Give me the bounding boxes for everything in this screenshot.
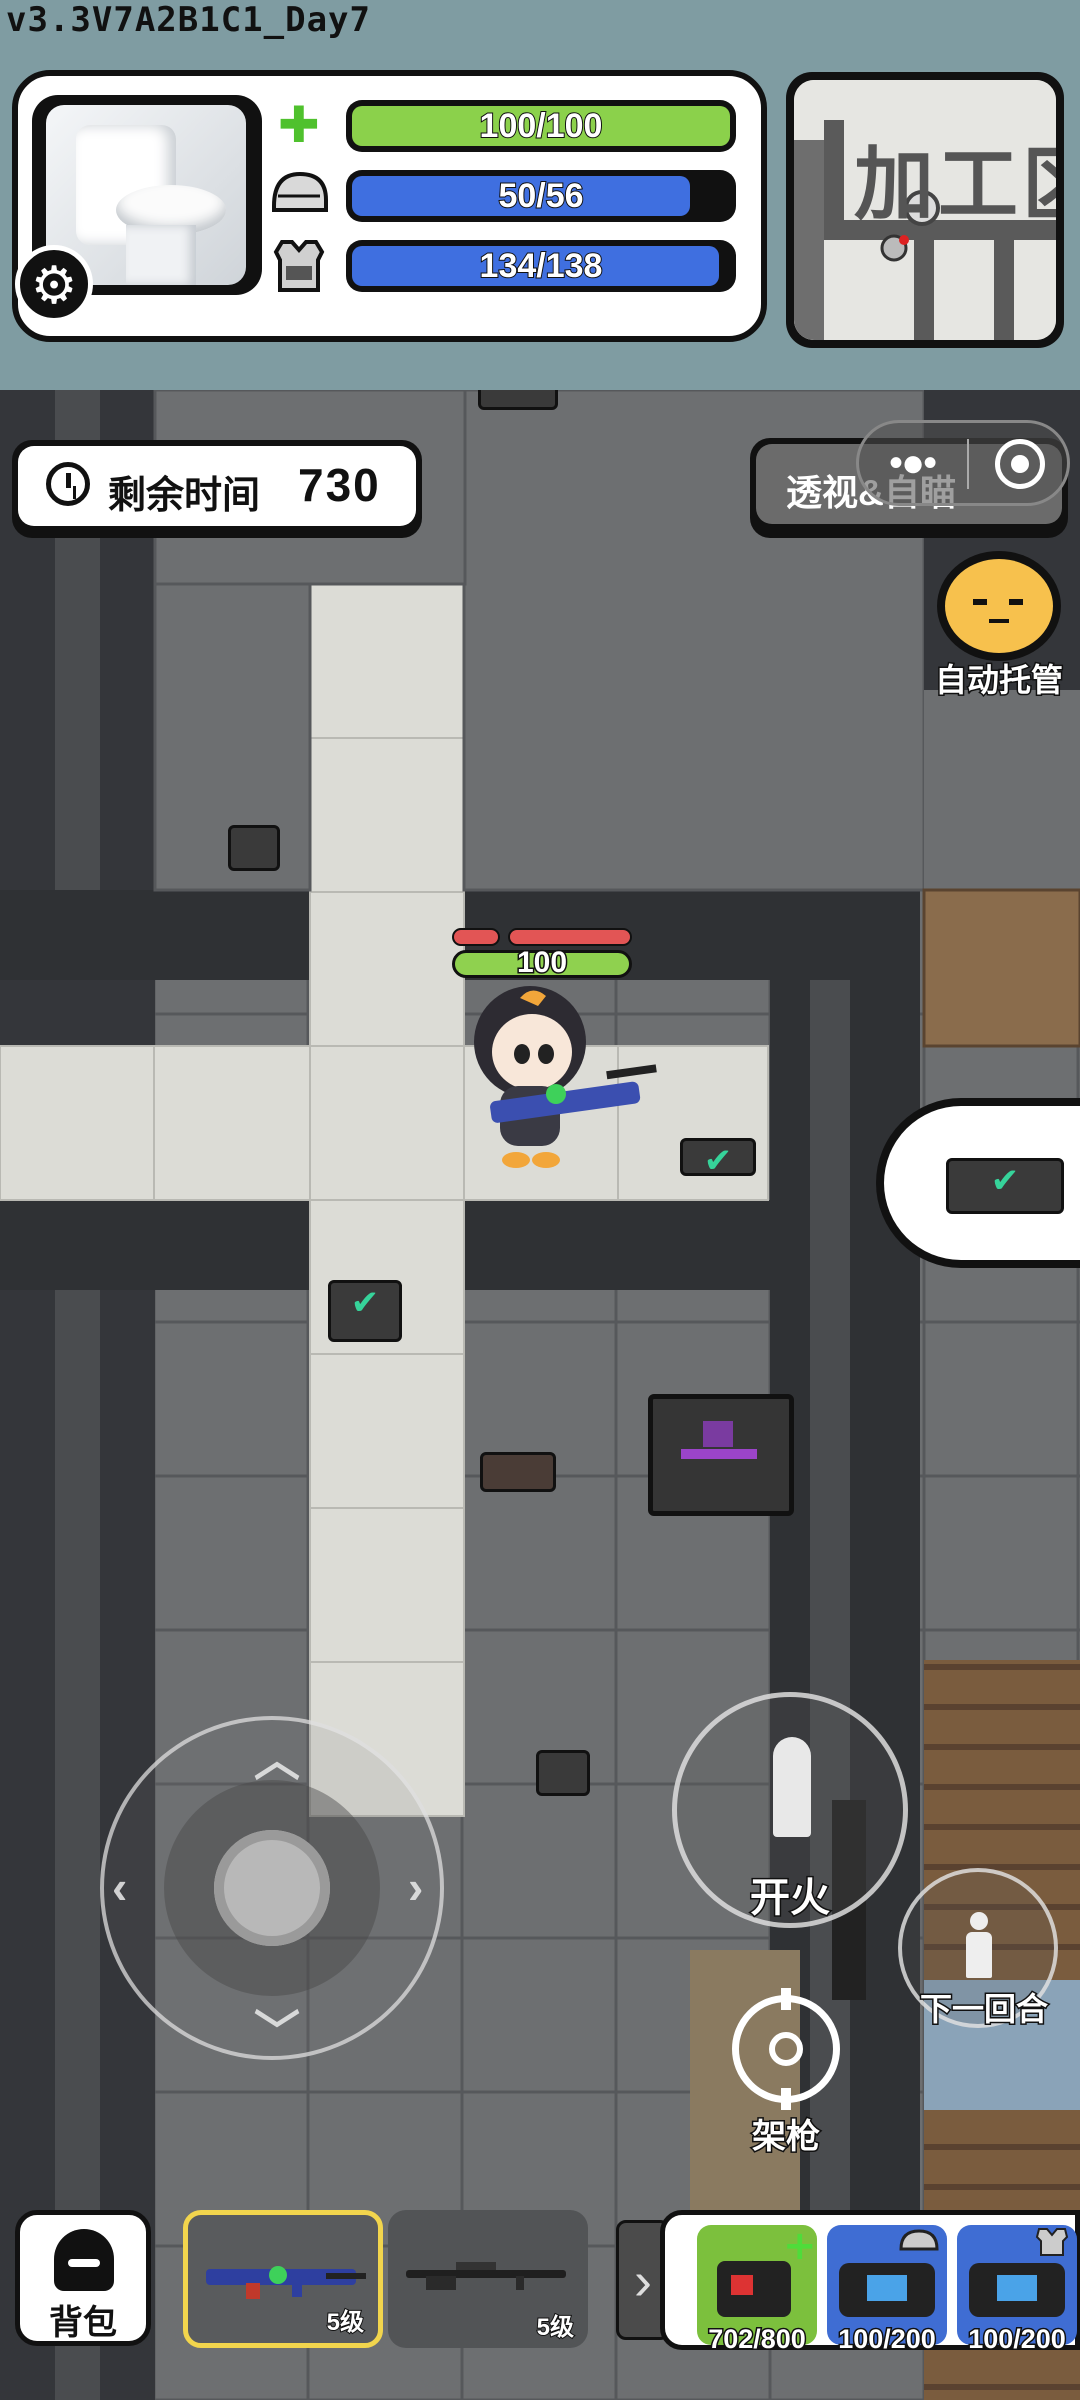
helmet-repair-quantity: 100/200 xyxy=(837,2323,938,2356)
looted-crate[interactable] xyxy=(680,1138,756,1176)
time-remaining-label: 剩余时间 xyxy=(108,475,261,517)
medkit-slot[interactable]: + 702/800 xyxy=(697,2223,817,2356)
medkit-quantity: 702/800 xyxy=(707,2323,808,2356)
svg-text:+: + xyxy=(783,2225,817,2269)
armor-repair-quantity: 100/200 xyxy=(967,2323,1068,2356)
player-health-indicator: 100 xyxy=(452,928,632,988)
fire-label: 开火 xyxy=(749,1875,832,1922)
armor-value: 134/138 xyxy=(479,246,604,286)
fire-button[interactable]: 开火 xyxy=(672,1692,908,1928)
armor-row: 134/138 xyxy=(268,236,743,294)
loot-crate[interactable] xyxy=(478,390,558,410)
green-cross-icon: ✚ xyxy=(278,97,320,153)
health-bar: 100/100 xyxy=(346,100,736,152)
next-turn-button[interactable]: 下一回合 xyxy=(898,1868,1058,2029)
close-target-icon[interactable] xyxy=(995,439,1045,489)
loot-crate[interactable] xyxy=(480,1452,556,1492)
auto-play-label: 自动托管 xyxy=(934,661,1065,700)
consumables-bar: + 702/800 100/200 100/200 xyxy=(660,2210,1080,2356)
movement-joystick[interactable]: ︿ ﹀ ‹ › xyxy=(100,1716,444,2060)
aim-mount-label: 架枪 xyxy=(751,2117,822,2158)
loot-crate[interactable] xyxy=(228,825,280,871)
backpack-label: 背包 xyxy=(49,2304,117,2342)
armor-repair-slot[interactable]: 100/200 xyxy=(957,2225,1077,2356)
loot-crate[interactable] xyxy=(536,1750,590,1796)
version-label: v3.3V7A2B1C1_Day7 xyxy=(6,0,371,40)
weapon-slot-secondary[interactable]: 5级 xyxy=(388,2210,588,2348)
chevron-right-icon: › xyxy=(408,1861,424,1913)
more-dots-icon[interactable]: •●• xyxy=(889,443,953,483)
backpack-icon xyxy=(54,2229,114,2291)
weapon-level: 5级 xyxy=(326,2308,365,2337)
large-loot-crate[interactable] xyxy=(648,1394,794,1516)
auto-play-button[interactable]: 自动托管 xyxy=(934,545,1065,700)
looted-crate[interactable] xyxy=(328,1280,402,1342)
body-armor-icon xyxy=(268,236,330,294)
chevron-down-icon: ﹀ xyxy=(254,2006,300,2058)
weapon-slot-primary[interactable]: 5级 xyxy=(183,2210,383,2348)
health-row: ✚ 100/100 xyxy=(268,96,743,154)
person-icon xyxy=(964,1912,994,1978)
player-character xyxy=(460,982,660,1172)
joystick-knob[interactable] xyxy=(214,1830,330,1946)
backpack-button[interactable]: 背包 xyxy=(15,2210,151,2346)
time-remaining-panel: 剩余时间 730 xyxy=(12,440,422,538)
armor-bar: 134/138 xyxy=(346,240,736,292)
player-hp-value: 100 xyxy=(515,945,568,981)
helmet-bar: 50/56 xyxy=(346,170,736,222)
game-map[interactable] xyxy=(0,390,1080,2400)
helmet-value: 50/56 xyxy=(497,176,584,216)
next-turn-label: 下一回合 xyxy=(918,1990,1049,2029)
repair-bag-icon xyxy=(969,2228,1069,2317)
helmet-icon xyxy=(268,166,330,224)
repair-bag-icon xyxy=(839,2229,939,2317)
medkit-icon: + xyxy=(717,2223,817,2317)
clock-icon xyxy=(46,462,90,506)
weapon-level: 5级 xyxy=(536,2313,575,2342)
looted-case-icon xyxy=(946,1158,1064,1214)
health-value: 100/100 xyxy=(479,106,604,146)
minimap-area-label: 加工区 xyxy=(854,140,1056,229)
aim-mount-button[interactable]: 架枪 xyxy=(726,1988,846,2158)
chevron-left-icon: ‹ xyxy=(112,1861,128,1913)
map-tiles xyxy=(0,390,1080,2400)
chevron-up-icon: ︿ xyxy=(254,1734,300,1786)
crosshair-icon xyxy=(732,1988,840,2110)
time-remaining-value: 730 xyxy=(298,459,381,511)
helmet-row: 50/56 xyxy=(268,166,743,224)
helmet-repair-slot[interactable]: 100/200 xyxy=(827,2225,947,2356)
app-capsule: •●• xyxy=(856,420,1070,506)
bullet-icon xyxy=(773,1737,811,1837)
assault-rifle-icon xyxy=(206,2266,366,2299)
loot-preview-popup[interactable] xyxy=(876,1098,1080,1268)
sniper-rifle-icon xyxy=(406,2262,566,2290)
settings-gear-icon[interactable]: ⚙ xyxy=(15,245,93,323)
minimap[interactable]: 加工区 xyxy=(786,72,1064,348)
